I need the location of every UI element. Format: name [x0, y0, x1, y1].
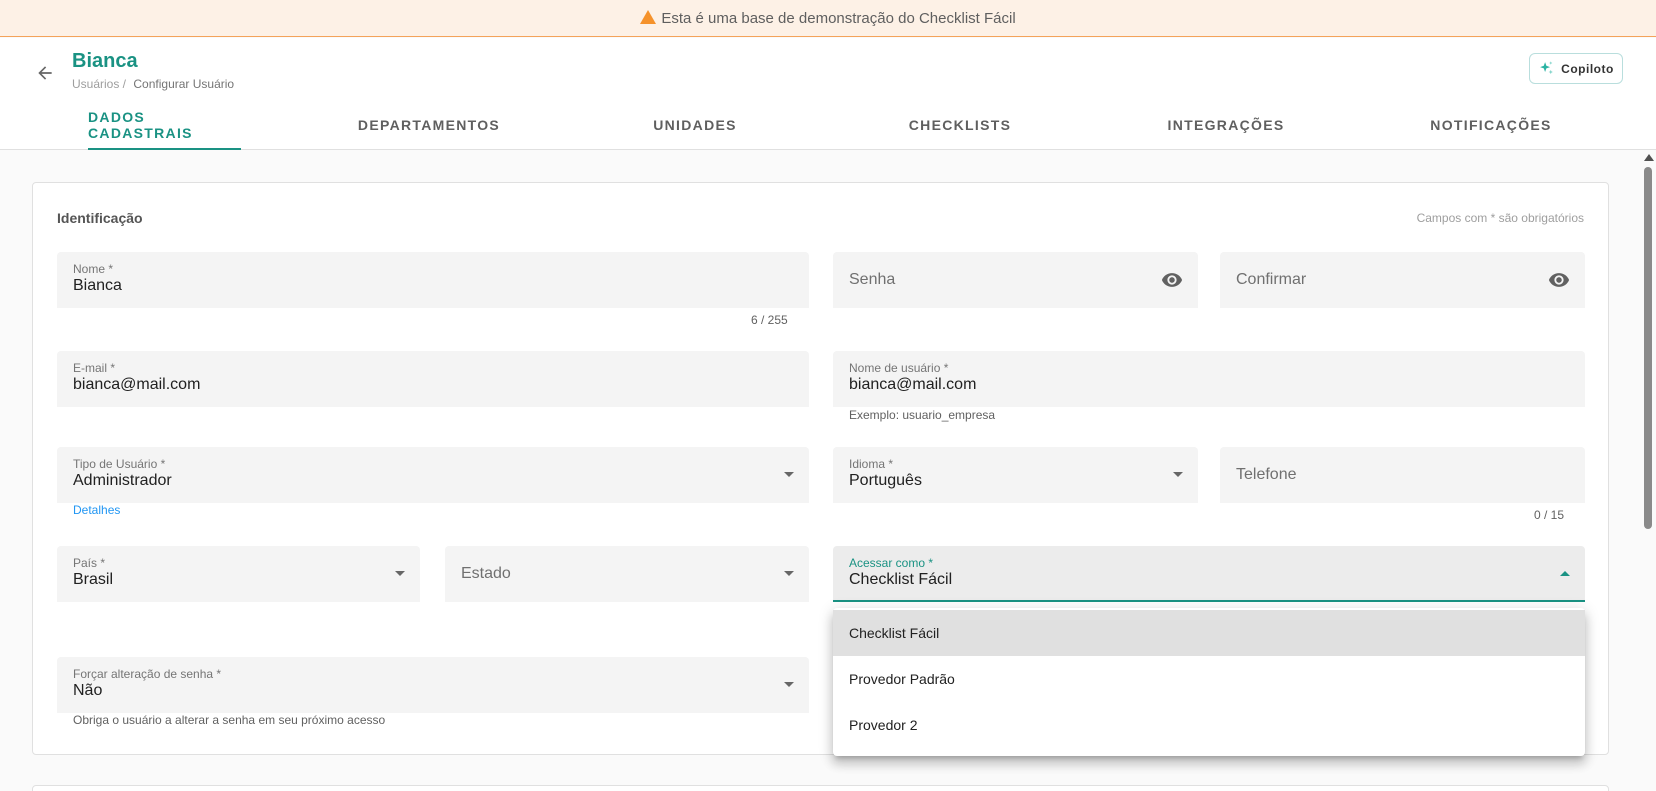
- email-value: bianca@mail.com: [73, 376, 201, 393]
- tab-checklists[interactable]: CHECKLISTS: [906, 100, 1014, 150]
- email-label: E-mail *: [73, 361, 116, 375]
- tipo-usuario-select[interactable]: Tipo de Usuário * Administrador: [57, 447, 809, 503]
- warning-icon: [640, 10, 657, 24]
- telefone-field[interactable]: Telefone: [1220, 447, 1585, 503]
- dropdown-arrow-icon: [784, 682, 794, 687]
- copilot-button[interactable]: Copiloto: [1529, 53, 1623, 84]
- required-note: Campos com * são obrigatórios: [1416, 211, 1584, 225]
- username-label: Nome de usuário *: [849, 361, 949, 375]
- forcar-senha-value: Não: [73, 682, 103, 699]
- telefone-placeholder: Telefone: [1236, 466, 1297, 483]
- page-title: Bianca: [72, 50, 138, 72]
- idioma-value: Português: [849, 472, 922, 489]
- back-button[interactable]: [30, 58, 60, 88]
- forcar-senha-select[interactable]: Forçar alteração de senha * Não: [57, 657, 809, 713]
- acessar-como-value: Checklist Fácil: [849, 571, 953, 588]
- tab-integracoes[interactable]: INTEGRAÇÕES: [1166, 100, 1286, 150]
- dropdown-arrow-up-icon: [1560, 571, 1570, 576]
- senha-field[interactable]: Senha: [833, 252, 1198, 308]
- acessar-como-select[interactable]: Acessar como * Checklist Fácil: [833, 546, 1585, 602]
- pais-select[interactable]: País * Brasil: [57, 546, 420, 602]
- idioma-select[interactable]: Idioma * Português: [833, 447, 1198, 503]
- dropdown-option[interactable]: Provedor Padrão: [833, 656, 1585, 702]
- pais-label: País *: [73, 556, 106, 570]
- page-header: Bianca Usuários / Configurar Usuário Cop…: [0, 38, 1656, 150]
- tab-notificacoes[interactable]: NOTIFICAÇÕES: [1425, 100, 1557, 150]
- tab-unidades[interactable]: UNIDADES: [650, 100, 740, 150]
- next-card: [32, 785, 1609, 791]
- nome-value: Bianca: [73, 277, 122, 294]
- dropdown-arrow-icon: [1173, 472, 1183, 477]
- idioma-label: Idioma *: [849, 457, 894, 471]
- nome-field[interactable]: Nome * Bianca: [57, 252, 809, 308]
- confirmar-field[interactable]: Confirmar: [1220, 252, 1585, 308]
- forcar-senha-label: Forçar alteração de senha *: [73, 667, 222, 681]
- tab-departamentos[interactable]: DEPARTAMENTOS: [357, 100, 501, 150]
- scrollbar[interactable]: [1641, 150, 1656, 791]
- scrollbar-thumb[interactable]: [1644, 167, 1652, 529]
- estado-select[interactable]: Estado: [445, 546, 809, 602]
- acessar-como-dropdown: Checklist Fácil Provedor Padrão Provedor…: [833, 608, 1585, 756]
- dropdown-arrow-icon: [395, 571, 405, 576]
- confirmar-placeholder: Confirmar: [1236, 271, 1307, 288]
- copilot-label: Copiloto: [1561, 61, 1614, 76]
- eye-icon[interactable]: [1547, 269, 1571, 291]
- nome-label: Nome *: [73, 262, 114, 276]
- dropdown-option[interactable]: Checklist Fácil: [833, 610, 1585, 656]
- tipo-usuario-value: Administrador: [73, 472, 172, 489]
- email-field[interactable]: E-mail * bianca@mail.com: [57, 351, 809, 407]
- pais-value: Brasil: [73, 571, 114, 588]
- detalhes-link[interactable]: Detalhes: [73, 503, 120, 517]
- demo-banner-text: Esta é uma base de demonstração do Check…: [661, 9, 1016, 27]
- breadcrumb-parent[interactable]: Usuários /: [72, 77, 126, 91]
- forcar-senha-hint: Obriga o usuário a alterar a senha em se…: [73, 713, 386, 727]
- breadcrumb: Usuários / Configurar Usuário: [72, 77, 234, 91]
- eye-icon[interactable]: [1160, 269, 1184, 291]
- tab-bar: DADOS CADASTRAIS DEPARTAMENTOS UNIDADES …: [0, 100, 1656, 150]
- tipo-usuario-label: Tipo de Usuário *: [73, 457, 166, 471]
- tab-dados-cadastrais[interactable]: DADOS CADASTRAIS: [88, 100, 241, 150]
- dropdown-arrow-icon: [784, 472, 794, 477]
- senha-placeholder: Senha: [849, 271, 896, 288]
- telefone-counter: 0 / 15: [1534, 508, 1565, 522]
- username-value: bianca@mail.com: [849, 376, 977, 393]
- dropdown-arrow-icon: [784, 571, 794, 576]
- arrow-left-icon: [38, 66, 52, 80]
- demo-banner: Esta é uma base de demonstração do Check…: [0, 0, 1656, 37]
- dropdown-option[interactable]: Provedor 2: [833, 702, 1585, 748]
- sparkle-icon: [1540, 61, 1554, 75]
- acessar-como-label: Acessar como *: [849, 556, 934, 570]
- username-field[interactable]: Nome de usuário * bianca@mail.com: [833, 351, 1585, 407]
- estado-placeholder: Estado: [461, 565, 511, 582]
- section-title: Identificação: [57, 210, 143, 226]
- breadcrumb-current: Configurar Usuário: [133, 77, 235, 91]
- scroll-up-icon[interactable]: [1644, 154, 1654, 161]
- nome-counter: 6 / 255: [751, 313, 788, 327]
- username-hint: Exemplo: usuario_empresa: [849, 408, 996, 422]
